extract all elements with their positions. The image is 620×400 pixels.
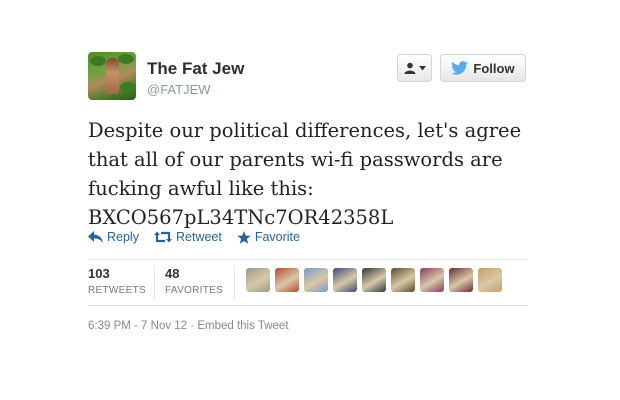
user-avatar-9[interactable] bbox=[478, 268, 502, 292]
retweets-count: 103 bbox=[88, 266, 110, 281]
tweet-text-line: fucking awful like this: bbox=[88, 177, 314, 200]
twitter-bird-icon bbox=[451, 61, 469, 75]
user-avatar-1[interactable] bbox=[246, 268, 270, 292]
user-actions-button[interactable] bbox=[397, 54, 432, 82]
favoriters-avatars bbox=[246, 268, 502, 292]
favorite-action[interactable]: Favorite bbox=[237, 230, 300, 244]
stats-divider bbox=[234, 266, 235, 299]
user-avatar-4[interactable] bbox=[333, 268, 357, 292]
retweet-icon bbox=[153, 231, 172, 243]
reply-icon bbox=[88, 231, 103, 243]
user-handle[interactable]: @FATJEW bbox=[147, 82, 211, 97]
favorites-label: FAVORITES bbox=[165, 285, 224, 296]
tweet-footer: 6:39 PM - 7 Nov 12 · Embed this Tweet bbox=[88, 320, 289, 332]
embed-tweet-link[interactable]: Embed this Tweet bbox=[197, 320, 288, 332]
tweet-text-line: BXCO567pL34TNc7OR42358L bbox=[88, 206, 394, 229]
avatar-foliage bbox=[120, 82, 136, 92]
reply-label: Reply bbox=[107, 230, 139, 244]
follow-button[interactable]: Follow bbox=[440, 54, 526, 82]
tweet-header: The Fat Jew @FATJEW Follow bbox=[88, 52, 530, 110]
avatar-foliage bbox=[90, 56, 106, 66]
retweet-label: Retweet bbox=[175, 230, 222, 244]
caret-down-icon bbox=[418, 65, 426, 70]
tweet-actions: Reply Retweet Favorite bbox=[88, 230, 300, 244]
tweet-text-line: Despite our political differences, let's… bbox=[88, 119, 522, 142]
avatar-foliage bbox=[118, 54, 134, 64]
avatar[interactable] bbox=[88, 52, 136, 100]
user-avatar-8[interactable] bbox=[449, 268, 473, 292]
retweets-label: RETWEETS bbox=[88, 285, 146, 296]
star-icon bbox=[237, 230, 251, 244]
user-avatar-7[interactable] bbox=[420, 268, 444, 292]
stats-divider bbox=[154, 266, 155, 299]
tweet-timestamp[interactable]: 6:39 PM - 7 Nov 12 bbox=[88, 320, 187, 332]
user-name[interactable]: The Fat Jew bbox=[147, 59, 244, 79]
favorite-label: Favorite bbox=[254, 230, 300, 244]
tweet-text-line: that all of our parents wi-fi passwords … bbox=[88, 148, 503, 171]
user-avatar-5[interactable] bbox=[362, 268, 386, 292]
footer-separator: · bbox=[187, 320, 198, 332]
user-avatar-6[interactable] bbox=[391, 268, 415, 292]
user-avatar-2[interactable] bbox=[275, 268, 299, 292]
retweets-stat[interactable]: 103 RETWEETS bbox=[88, 266, 146, 296]
tweet-stats: 103 RETWEETS 48 FAVORITES bbox=[88, 259, 528, 306]
reply-action[interactable]: Reply bbox=[88, 230, 139, 244]
tweet-text: Despite our political differences, let's… bbox=[88, 116, 530, 232]
person-icon bbox=[404, 62, 415, 74]
user-avatar-3[interactable] bbox=[304, 268, 328, 292]
favorites-stat[interactable]: 48 FAVORITES bbox=[165, 266, 223, 296]
avatar-figure bbox=[106, 58, 119, 94]
retweet-action[interactable]: Retweet bbox=[153, 230, 222, 244]
follow-label: Follow bbox=[473, 60, 515, 76]
favorites-count: 48 bbox=[165, 266, 180, 281]
tweet-card: The Fat Jew @FATJEW Follow Despite our p… bbox=[88, 52, 530, 332]
